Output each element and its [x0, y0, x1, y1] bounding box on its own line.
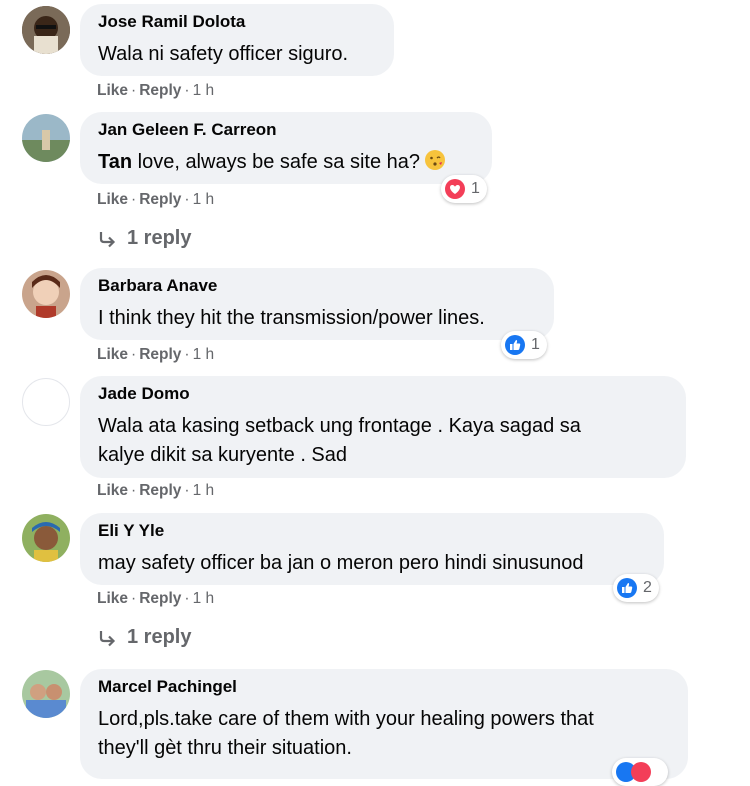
like-button[interactable]: Like: [97, 82, 128, 99]
timestamp[interactable]: 1 h: [193, 82, 215, 99]
timestamp[interactable]: 1 h: [193, 346, 215, 363]
comment-text: Wala ni safety officer siguro.: [98, 43, 349, 65]
comment-author[interactable]: Marcel Pachingel: [98, 677, 237, 697]
comment-text-line: they'll gèt thru their situation.: [98, 737, 352, 759]
like-button[interactable]: Like: [97, 346, 128, 363]
comment-author[interactable]: Jade Domo: [98, 384, 190, 404]
avatar[interactable]: [22, 114, 70, 162]
reply-button[interactable]: Reply: [139, 191, 181, 208]
comment-actions: Like · Reply · 1 h: [97, 191, 215, 208]
comment-bubble: Jan Geleen F. Carreon Tan love, always b…: [80, 112, 492, 184]
comment-author[interactable]: Eli Y Yle: [98, 521, 164, 541]
reply-button[interactable]: Reply: [139, 82, 181, 99]
reaction-count-text: 1: [471, 180, 480, 197]
reaction-count[interactable]: [612, 758, 668, 786]
kissing-face-emoji-icon: [424, 149, 446, 180]
reaction-count[interactable]: 1: [441, 175, 487, 203]
comment-author[interactable]: Barbara Anave: [98, 276, 217, 296]
mention-tag[interactable]: Tan: [98, 151, 132, 173]
avatar[interactable]: [22, 378, 70, 426]
comment-bubble: Barbara Anave I think they hit the trans…: [80, 268, 554, 340]
comment-actions: Like · Reply · 1 h: [97, 482, 215, 499]
love-icon: [631, 762, 651, 782]
comment-author[interactable]: Jose Ramil Dolota: [98, 12, 245, 32]
like-button[interactable]: Like: [97, 191, 128, 208]
avatar[interactable]: [22, 270, 70, 318]
comment-text-line: Wala ata kasing setback ung frontage . K…: [98, 415, 581, 437]
comment-bubble: Marcel Pachingel Lord,pls.take care of t…: [80, 669, 688, 779]
comment-text: Lord,pls.take care of them with your hea…: [98, 705, 594, 763]
timestamp[interactable]: 1 h: [193, 191, 215, 208]
comment-actions: Like · Reply · 1 h: [97, 82, 215, 99]
reply-button[interactable]: Reply: [139, 482, 181, 499]
reply-arrow-icon: [99, 231, 116, 247]
like-button[interactable]: Like: [97, 482, 128, 499]
reaction-count[interactable]: 2: [613, 574, 659, 602]
comment-text: may safety officer ba jan o meron pero h…: [98, 552, 584, 574]
reply-button[interactable]: Reply: [139, 346, 181, 363]
comment-bubble: Jose Ramil Dolota Wala ni safety officer…: [80, 4, 394, 76]
reply-button[interactable]: Reply: [139, 590, 181, 607]
like-icon: [505, 335, 525, 355]
comment-actions: Like · Reply · 1 h: [97, 346, 215, 363]
comment-author[interactable]: Jan Geleen F. Carreon: [98, 120, 277, 140]
love-icon: [445, 179, 465, 199]
like-icon: [617, 578, 637, 598]
timestamp[interactable]: 1 h: [193, 590, 215, 607]
reply-arrow-icon: [99, 630, 116, 646]
comment-text: Tan love, always be safe sa site ha?: [98, 148, 446, 180]
comment-bubble: Eli Y Yle may safety officer ba jan o me…: [80, 513, 664, 585]
comment-text-line: Lord,pls.take care of them with your hea…: [98, 708, 594, 730]
timestamp[interactable]: 1 h: [193, 482, 215, 499]
like-button[interactable]: Like: [97, 590, 128, 607]
view-replies-label: 1 reply: [127, 626, 192, 648]
comment-text-line: kalye dikit sa kuryente . Sad: [98, 444, 348, 466]
reaction-count-text: 1: [531, 336, 540, 353]
view-replies-label: 1 reply: [127, 227, 192, 249]
comment-text-body: love, always be safe sa site ha?: [132, 151, 421, 173]
avatar[interactable]: [22, 670, 70, 718]
comment-bubble: Jade Domo Wala ata kasing setback ung fr…: [80, 376, 686, 478]
view-replies-link[interactable]: 1 reply: [97, 227, 191, 250]
comment-text: I think they hit the transmission/power …: [98, 307, 485, 329]
reaction-count-text: 2: [643, 579, 652, 596]
comment-actions: Like · Reply · 1 h: [97, 590, 215, 607]
avatar[interactable]: [22, 514, 70, 562]
avatar[interactable]: [22, 6, 70, 54]
view-replies-link[interactable]: 1 reply: [97, 626, 191, 649]
reaction-count[interactable]: 1: [501, 331, 547, 359]
comment-text: Wala ata kasing setback ung frontage . K…: [98, 412, 581, 470]
